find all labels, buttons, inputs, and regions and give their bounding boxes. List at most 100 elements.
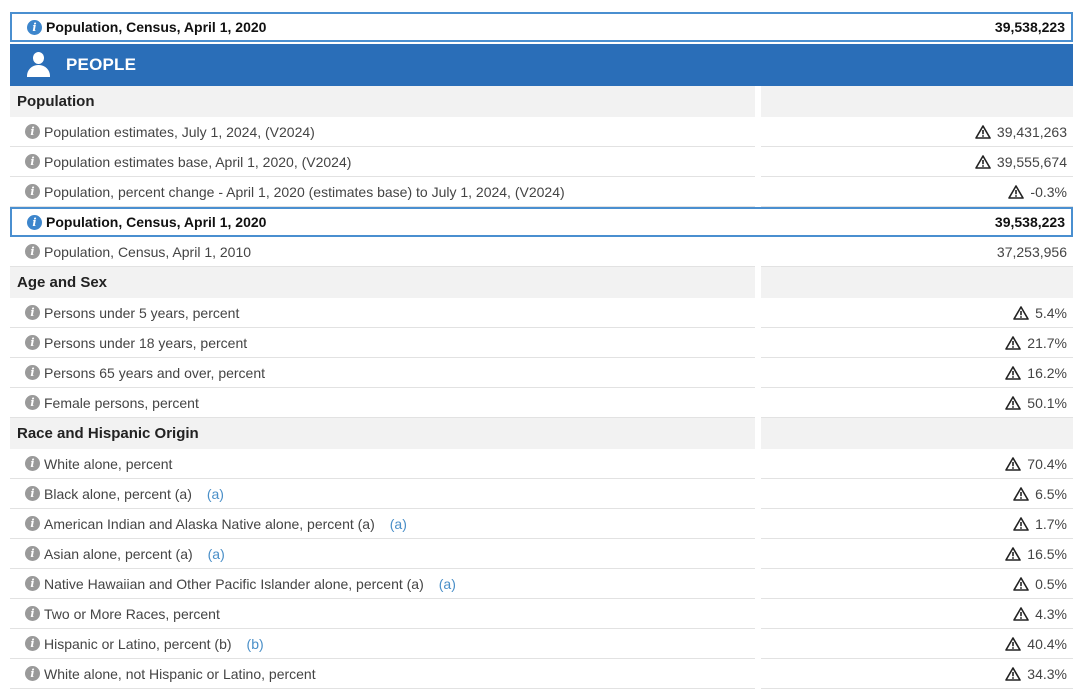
row-label: Population estimates base, April 1, 2020…: [44, 153, 352, 170]
row-label: Hispanic or Latino, percent (b): [44, 635, 232, 652]
table-row[interactable]: i American Indian and Alaska Native alone…: [10, 509, 1073, 539]
row-label: White alone, not Hispanic or Latino, per…: [44, 665, 316, 682]
info-icon[interactable]: i: [25, 636, 40, 651]
table-row[interactable]: i Population estimates base, April 1, 202…: [10, 147, 1073, 177]
table-row[interactable]: i Asian alone, percent (a) (a) 16.5%: [10, 539, 1073, 569]
info-icon[interactable]: i: [25, 335, 40, 350]
table-row[interactable]: i Two or More Races, percent 4.3%: [10, 599, 1073, 629]
warning-triangle-icon[interactable]: [975, 124, 997, 139]
info-icon[interactable]: i: [25, 546, 40, 561]
section-title: Race and Hispanic Origin: [17, 425, 199, 442]
warning-triangle-icon[interactable]: [1013, 606, 1035, 621]
table-row[interactable]: i Population, Census, April 1, 2010 37,253…: [10, 237, 1073, 267]
table-row[interactable]: i White alone, percent 70.4%: [10, 449, 1073, 479]
facts-table: Population i Population estimates, July 1,…: [10, 86, 1073, 689]
row-label: Black alone, percent (a): [44, 485, 192, 502]
info-icon[interactable]: i: [27, 214, 42, 230]
info-icon[interactable]: i: [25, 606, 40, 621]
table-row[interactable]: i Persons under 5 years, percent 5.4%: [10, 298, 1073, 328]
row-value: 40.4%: [1027, 635, 1067, 652]
row-value: 16.2%: [1027, 364, 1067, 381]
footnote-link[interactable]: (b): [247, 636, 264, 652]
highlight-value: 39,538,223: [994, 19, 1065, 35]
table-row[interactable]: i Population estimates, July 1, 2024, (V2…: [10, 117, 1073, 147]
row-value: 4.3%: [1035, 605, 1067, 622]
warning-triangle-icon[interactable]: [1005, 546, 1027, 561]
warning-triangle-icon[interactable]: [1005, 456, 1027, 471]
section-header: Population: [10, 86, 1073, 117]
warning-triangle-icon[interactable]: [1005, 666, 1027, 681]
row-value: 21.7%: [1027, 334, 1067, 351]
warning-triangle-icon[interactable]: [1013, 305, 1035, 320]
row-label: Two or More Races, percent: [44, 605, 220, 622]
highlight-label: Population, Census, April 1, 2020: [46, 19, 267, 35]
info-icon[interactable]: i: [25, 395, 40, 410]
info-icon[interactable]: i: [25, 305, 40, 320]
section-title: Population: [17, 93, 95, 110]
section-title: Age and Sex: [17, 274, 108, 291]
row-value: 39,555,674: [996, 153, 1067, 170]
warning-triangle-icon[interactable]: [1013, 576, 1035, 591]
footnote-link[interactable]: (a): [208, 546, 225, 562]
table-row[interactable]: i Persons 65 years and over, percent 16.2%: [10, 358, 1073, 388]
people-section-header: PEOPLE: [10, 44, 1073, 86]
row-value: 39,538,223: [994, 214, 1065, 230]
info-icon[interactable]: i: [25, 666, 40, 681]
footnote-link[interactable]: (a): [207, 486, 224, 502]
row-value: 34.3%: [1027, 665, 1067, 682]
footnote-link[interactable]: (a): [390, 516, 407, 532]
highlight-row[interactable]: i Population, Census, April 1, 2020 39,538…: [10, 207, 1073, 237]
row-value: 0.5%: [1035, 575, 1067, 592]
row-label: Population, percent change - April 1, 20…: [44, 183, 565, 200]
row-value: 70.4%: [1027, 455, 1067, 472]
row-value: 6.5%: [1035, 485, 1067, 502]
info-icon[interactable]: i: [25, 516, 40, 531]
warning-triangle-icon[interactable]: [1005, 636, 1027, 651]
row-value: 16.5%: [1027, 545, 1067, 562]
info-icon[interactable]: i: [25, 244, 40, 259]
warning-triangle-icon[interactable]: [1005, 335, 1027, 350]
info-icon[interactable]: i: [25, 154, 40, 169]
section-header: Race and Hispanic Origin: [10, 418, 1073, 449]
info-icon[interactable]: i: [25, 456, 40, 471]
info-icon[interactable]: i: [25, 184, 40, 199]
row-label: Persons 65 years and over, percent: [44, 364, 266, 381]
row-label: Persons under 5 years, percent: [44, 304, 240, 321]
warning-triangle-icon[interactable]: [975, 154, 997, 169]
row-label: Asian alone, percent (a): [44, 545, 193, 562]
section-header: Age and Sex: [10, 267, 1073, 298]
table-row[interactable]: i Black alone, percent (a) (a) 6.5%: [10, 479, 1073, 509]
info-icon[interactable]: i: [25, 486, 40, 501]
footnote-link[interactable]: (a): [439, 576, 456, 592]
table-row[interactable]: i Persons under 18 years, percent 21.7%: [10, 328, 1073, 358]
row-label: Population, Census, April 1, 2020: [46, 214, 267, 230]
row-label: Population, Census, April 1, 2010: [44, 243, 252, 260]
row-label: American Indian and Alaska Native alone,…: [44, 515, 375, 532]
warning-triangle-icon[interactable]: [1013, 486, 1035, 501]
table-row[interactable]: i Population, percent change - April 1, 2…: [10, 177, 1073, 207]
people-title: PEOPLE: [66, 55, 137, 74]
table-row[interactable]: i White alone, not Hispanic or Latino, pe…: [10, 659, 1073, 689]
warning-triangle-icon[interactable]: [1013, 516, 1035, 531]
info-icon[interactable]: i: [27, 19, 42, 35]
row-label: White alone, percent: [44, 455, 173, 472]
row-label: Female persons, percent: [44, 394, 199, 411]
row-value: 50.1%: [1027, 394, 1067, 411]
row-label: Persons under 18 years, percent: [44, 334, 248, 351]
row-label: Population estimates, July 1, 2024, (V20…: [44, 123, 315, 140]
person-icon: [24, 51, 54, 79]
table-row[interactable]: i Native Hawaiian and Other Pacific Islan…: [10, 569, 1073, 599]
row-value: -0.3%: [1030, 183, 1067, 200]
table-row[interactable]: i Hispanic or Latino, percent (b) (b) 40.4%: [10, 629, 1073, 659]
info-icon[interactable]: i: [25, 576, 40, 591]
row-value: 37,253,956: [996, 243, 1067, 260]
row-value: 5.4%: [1035, 304, 1067, 321]
row-label: Native Hawaiian and Other Pacific Island…: [44, 575, 424, 592]
warning-triangle-icon[interactable]: [1005, 395, 1027, 410]
table-row[interactable]: i Female persons, percent 50.1%: [10, 388, 1073, 418]
info-icon[interactable]: i: [25, 365, 40, 380]
warning-triangle-icon[interactable]: [1005, 365, 1027, 380]
warning-triangle-icon[interactable]: [1008, 184, 1030, 199]
info-icon[interactable]: i: [25, 124, 40, 139]
top-highlight-row[interactable]: i Population, Census, April 1, 2020 39,5…: [10, 12, 1073, 42]
